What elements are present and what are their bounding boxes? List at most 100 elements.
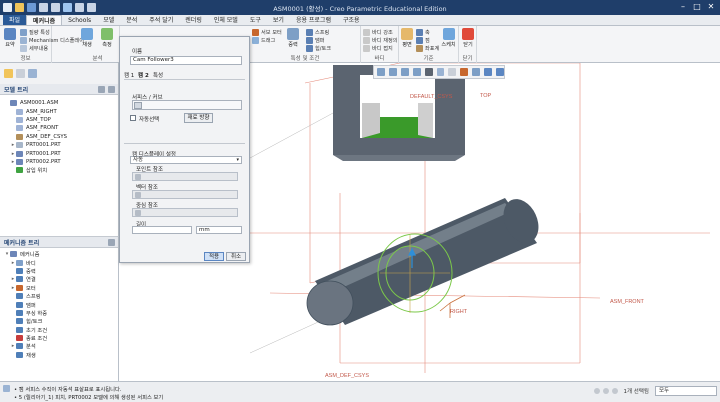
- unit-select[interactable]: mm: [196, 226, 242, 234]
- gravity-button[interactable]: 중력: [285, 28, 301, 48]
- mechanism-tree-item[interactable]: ▾ 메커니즘: [0, 250, 118, 258]
- mechanism-tree-item[interactable]: ▸ 분석: [0, 342, 118, 350]
- zoom-out-icon[interactable]: [400, 68, 409, 76]
- detail-button[interactable]: 세부내용: [20, 45, 48, 52]
- layer-icon[interactable]: [16, 69, 25, 78]
- body-redefine-button[interactable]: 바디 재정의: [363, 37, 398, 44]
- zoom-in-icon[interactable]: [388, 68, 397, 76]
- cancel-button[interactable]: 취소: [226, 252, 246, 261]
- model-tree-item[interactable]: ASM_DEF_CSYS: [0, 133, 118, 141]
- body-highlight-button[interactable]: 바디 강조: [363, 29, 393, 36]
- tab-model[interactable]: 모델: [97, 15, 120, 25]
- close-window-icon[interactable]: [87, 3, 96, 12]
- tab-render[interactable]: 렌더링: [179, 15, 208, 25]
- message-log-icon[interactable]: [3, 385, 10, 392]
- summary-button[interactable]: 요약: [2, 28, 18, 48]
- mechanism-tree-item[interactable]: ▸ 연결: [0, 275, 118, 283]
- open-icon[interactable]: [15, 3, 24, 12]
- tab-file[interactable]: 파일: [3, 15, 27, 25]
- tab-analysis[interactable]: 분석: [120, 15, 143, 25]
- selection-count[interactable]: 1개 선택됨: [624, 387, 650, 395]
- axis-button[interactable]: 축: [416, 29, 430, 36]
- saved-views-icon[interactable]: [436, 68, 445, 76]
- point-button[interactable]: 점: [416, 37, 430, 44]
- spring-button[interactable]: 스프링: [306, 29, 329, 36]
- name-field[interactable]: Cam Follower3: [130, 56, 242, 65]
- mechanism-tree-item[interactable]: 부싱 하중: [0, 309, 118, 317]
- model-tree-item[interactable]: ▸ PRT0001.PRT: [0, 141, 118, 149]
- motor-button[interactable]: 서보 모터: [252, 29, 282, 36]
- close-button[interactable]: ✕: [705, 2, 717, 12]
- model-tree-item[interactable]: ASM_RIGHT: [0, 107, 118, 115]
- regenerate-icon[interactable]: [63, 3, 72, 12]
- datum-display-icon[interactable]: [460, 68, 469, 76]
- mechanism-tree-item[interactable]: ▸ 바디: [0, 258, 118, 267]
- model-tree-item[interactable]: ASM_FRONT: [0, 124, 118, 132]
- mechanism-tree-item[interactable]: 스프링: [0, 292, 118, 300]
- tab-view[interactable]: 보기: [267, 15, 290, 25]
- flip-button[interactable]: 재료 방향: [184, 113, 213, 123]
- windows-icon[interactable]: [75, 3, 84, 12]
- annotation-display-icon[interactable]: [472, 68, 481, 76]
- tab-cam1[interactable]: 캠 1: [124, 71, 134, 79]
- vector-ref-selector[interactable]: [132, 190, 238, 199]
- model-tree-item[interactable]: ASM_TOP: [0, 116, 118, 124]
- filter-icon[interactable]: [28, 69, 37, 78]
- tree-filter-icon[interactable]: [98, 85, 105, 93]
- new-icon[interactable]: [3, 3, 12, 12]
- tab-structure[interactable]: 구조용: [337, 15, 366, 25]
- minimize-button[interactable]: –: [677, 2, 689, 12]
- select-arrow-icon[interactable]: [134, 102, 142, 109]
- point-ref-selector[interactable]: [132, 172, 238, 181]
- view-manager-icon[interactable]: [448, 68, 457, 76]
- display-option-select[interactable]: 자동 ▾: [130, 156, 242, 164]
- tab-cam2[interactable]: 캠 2: [138, 71, 149, 79]
- mechanism-tree-item[interactable]: 종료 조건: [0, 334, 118, 342]
- damper-button[interactable]: 댐퍼: [306, 37, 325, 44]
- model-tree-item[interactable]: ▸ PRT0001.PRT: [0, 149, 118, 157]
- force-torque-button[interactable]: 힘/토크: [306, 45, 331, 52]
- measure-button[interactable]: 측정: [98, 28, 116, 48]
- spin-center-icon[interactable]: [484, 68, 493, 76]
- close-mechanism-button[interactable]: 닫기: [460, 28, 476, 48]
- tab-annotate[interactable]: 주석 달기: [143, 15, 179, 25]
- mechanism-tree-item[interactable]: 댐퍼: [0, 300, 118, 309]
- center-ref-selector[interactable]: [132, 208, 238, 217]
- selection-filter[interactable]: 모두: [655, 386, 717, 396]
- redo-icon[interactable]: [51, 3, 60, 12]
- tree-settings-icon[interactable]: [108, 85, 115, 93]
- auto-select-checkbox[interactable]: [130, 115, 136, 121]
- model-tree-item[interactable]: ▸ PRT0002.PRT: [0, 158, 118, 166]
- folder-icon[interactable]: [4, 69, 13, 78]
- apply-button[interactable]: 적용: [204, 252, 224, 261]
- mechanism-tree-item[interactable]: 초기 조건: [0, 326, 118, 334]
- maximize-button[interactable]: □: [691, 2, 703, 12]
- mechanism-tree-item[interactable]: ▸ 모터: [0, 284, 118, 292]
- part-shaft[interactable]: [306, 193, 545, 326]
- tab-tools[interactable]: 도구: [244, 15, 267, 25]
- undo-icon[interactable]: [39, 3, 48, 12]
- surface-selector[interactable]: [132, 100, 242, 110]
- part-housing[interactable]: [333, 65, 465, 161]
- length-field[interactable]: [132, 226, 192, 234]
- graphics-viewport-left[interactable]: [119, 263, 250, 381]
- repaint-icon[interactable]: [412, 68, 421, 76]
- save-icon[interactable]: [27, 3, 36, 12]
- mechanism-analysis-button[interactable]: 재생: [78, 28, 96, 48]
- model-tree-header[interactable]: 모델 트리: [0, 84, 118, 95]
- graphics-viewport[interactable]: DEFAULT_CSYS TOP RIGHT ASM_FRONT ASM_DEF…: [249, 62, 720, 381]
- drag-button[interactable]: 드래그: [252, 37, 275, 44]
- mechanism-tree-item[interactable]: 중력: [0, 267, 118, 275]
- mass-properties-button[interactable]: 질량 특성: [20, 29, 50, 36]
- mechanism-tree-item[interactable]: 힘/토크: [0, 317, 118, 325]
- refit-icon[interactable]: [377, 68, 385, 76]
- model-tree-item[interactable]: ASM0001.ASM: [0, 99, 118, 107]
- mech-tree-settings-icon[interactable]: [108, 238, 115, 246]
- sketch-button[interactable]: 스케치: [440, 28, 457, 48]
- mechanism-display-button[interactable]: Mechanism 디스플레이: [20, 37, 84, 44]
- tab-manikin[interactable]: 인체 모델: [208, 15, 244, 25]
- mechanism-tree-item[interactable]: 재생: [0, 351, 118, 359]
- tab-applications[interactable]: 응용 프로그램: [290, 15, 337, 25]
- tab-schools[interactable]: Schools: [62, 15, 97, 25]
- model-tree-item[interactable]: 삽입 위치: [0, 166, 118, 174]
